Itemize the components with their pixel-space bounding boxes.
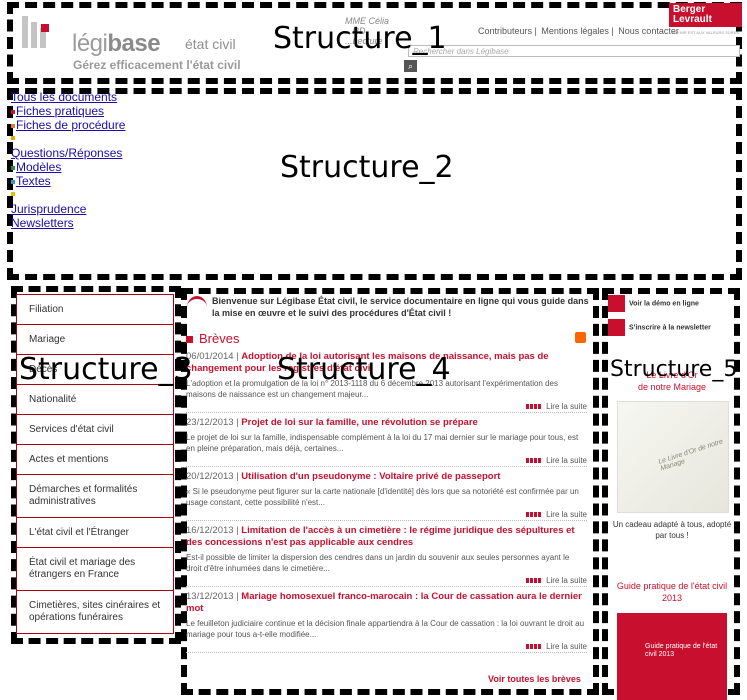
read-more-link[interactable]: Lire la suite	[186, 574, 587, 586]
livre-dor-image[interactable]: Le Livre d'Or de notre Mariage	[617, 401, 729, 513]
news-date: 23/12/2013 |	[186, 417, 239, 428]
guide-book-image[interactable]: Guide pratique de l'état civil 2013	[617, 613, 727, 700]
search-input[interactable]: Rechercher dans Légibase	[408, 45, 740, 57]
news-item: 16/12/2013 | Limitation de l'accès à un …	[186, 525, 587, 587]
category-mariage[interactable]: Mariage	[17, 325, 173, 355]
news-title[interactable]: Projet de loi sur la famille, une révolu…	[241, 417, 478, 428]
read-more-link[interactable]: Lire la suite	[186, 454, 587, 466]
news-item: 23/12/2013 | Projet de loi sur la famill…	[186, 417, 587, 467]
structure-4-label: Structure_4	[277, 352, 451, 387]
nav-tous-documents[interactable]: Tous les documents	[11, 90, 136, 104]
structure-2-label: Structure_2	[280, 150, 454, 185]
link-contributeurs[interactable]: Contributeurs |	[478, 26, 537, 36]
nav-textes[interactable]: Textes	[11, 174, 136, 188]
welcome-text: Bienvenue sur Légibase État civil, le se…	[212, 296, 589, 318]
read-more-link[interactable]: Lire la suite	[186, 400, 587, 412]
read-more-icon	[526, 512, 543, 518]
rss-icon[interactable]	[575, 332, 586, 343]
structure-3-label: Structure_3	[19, 352, 193, 387]
news-list: 06/01/2014 | Adoption de la loi autorisa…	[186, 351, 587, 657]
news-title[interactable]: Limitation de l'accès à un cimetière : l…	[186, 525, 575, 548]
read-more-icon	[526, 578, 543, 584]
bullet-icon	[11, 109, 15, 114]
publisher-tagline: L'AVENIR EST AUX VALEURS SÛRES	[669, 30, 739, 35]
read-more-icon	[526, 644, 543, 650]
read-more-icon	[526, 404, 543, 410]
bullet-icon	[11, 136, 15, 140]
nav-questions-reponses[interactable]: Questions/Réponses	[11, 136, 136, 160]
news-excerpt: « Si le pseudonyme peut figurer sur la c…	[186, 487, 579, 507]
nav-newsletters[interactable]: Newsletters	[11, 216, 136, 230]
news-date: 20/12/2013 |	[186, 471, 239, 482]
search-icon: ⌕	[407, 61, 414, 71]
category-cimetieres[interactable]: Cimetières, sites cinéraires et opératio…	[17, 591, 173, 634]
square-icon	[186, 336, 193, 344]
promo-caption: Un cadeau adapté à tous, adopté par tous…	[612, 520, 732, 540]
legibase-logo[interactable]	[22, 12, 62, 48]
news-item: 13/12/2013 | Mariage homosexuel franco-m…	[186, 591, 587, 653]
newsletter-link[interactable]: S'inscrire à la newsletter	[608, 319, 711, 336]
breves-heading: Brèves	[186, 331, 239, 346]
read-more-link[interactable]: Lire la suite	[186, 640, 587, 652]
category-actes[interactable]: Actes et mentions	[17, 445, 173, 475]
brand-name: légibase	[72, 30, 161, 57]
category-services[interactable]: Services d'état civil	[17, 415, 173, 445]
category-mariage-etrangers[interactable]: État civil et mariage des étrangers en F…	[17, 548, 173, 591]
news-excerpt: Le projet de loi sur la famille, indispe…	[186, 433, 579, 453]
publisher-logo[interactable]: Berger Levrault	[669, 3, 742, 27]
welcome-icon	[187, 296, 207, 319]
news-date: 16/12/2013 |	[186, 525, 239, 536]
read-more-link[interactable]: Lire la suite	[186, 508, 587, 520]
news-date: 13/12/2013 |	[186, 591, 239, 602]
video-icon	[608, 295, 625, 312]
category-nationalite[interactable]: Nationalité	[17, 385, 173, 415]
nav-jurisprudence[interactable]: Jurisprudence	[11, 192, 136, 216]
bullet-icon	[11, 179, 15, 184]
top-links: Contributeurs | Mentions légales | Nous …	[478, 26, 681, 36]
read-more-icon	[526, 458, 543, 464]
bullet-icon	[11, 192, 15, 196]
structure-1-label: Structure_1	[273, 21, 447, 56]
structure-5-label: Structure_5	[610, 357, 738, 382]
nav-fiches-procedure[interactable]: Fiches de procédure	[11, 118, 136, 132]
news-date: 06/01/2014 |	[186, 351, 239, 362]
bullet-icon	[11, 123, 15, 128]
nav-fiches-pratiques[interactable]: Fiches pratiques	[11, 104, 136, 118]
category-demarches[interactable]: Démarches et formalités administratives	[17, 475, 173, 518]
nav-modeles[interactable]: Modèles	[11, 160, 136, 174]
link-mentions-legales[interactable]: Mentions légales |	[541, 26, 613, 36]
news-item: 20/12/2013 | Utilisation d'un pseudonyme…	[186, 471, 587, 521]
main-nav: Tous les documents Fiches pratiques Fich…	[11, 90, 136, 230]
category-etranger[interactable]: L'état civil et l'Étranger	[17, 518, 173, 548]
category-filiation[interactable]: Filiation	[17, 295, 173, 325]
all-news-link[interactable]: Voir toutes les brèves	[488, 674, 581, 684]
category-list: Filiation Mariage Décès Nationalité Serv…	[16, 294, 174, 634]
news-title[interactable]: Utilisation d'un pseudonyme : Voltaire p…	[241, 471, 500, 482]
promo-guide-title[interactable]: Guide pratique de l'état civil 2013	[612, 580, 732, 604]
news-excerpt: Est-il possible de limiter la dispersion…	[186, 553, 570, 573]
news-excerpt: Le feuilleton judiciaire continue et la …	[186, 619, 585, 639]
logo-dot-icon	[41, 24, 49, 32]
search-button[interactable]: ⌕	[404, 60, 417, 72]
tagline: Gérez efficacement l'état civil	[73, 58, 241, 72]
mail-icon	[608, 319, 625, 336]
demo-link[interactable]: Voir la démo en ligne	[608, 295, 699, 312]
news-title[interactable]: Mariage homosexuel franco-marocain : la …	[186, 591, 582, 614]
bullet-icon	[11, 165, 15, 170]
brand-subtitle: état civil	[185, 36, 236, 52]
